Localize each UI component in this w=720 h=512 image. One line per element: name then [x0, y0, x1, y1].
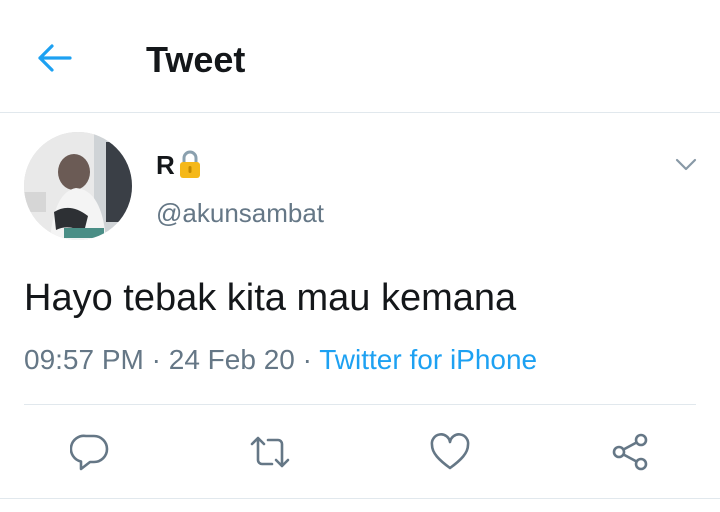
- heart-icon: [430, 433, 470, 470]
- back-button[interactable]: [30, 38, 78, 78]
- username[interactable]: @akunsambat: [156, 196, 324, 230]
- divider: [0, 498, 720, 499]
- meta-separator: ·: [294, 344, 320, 375]
- page-title: Tweet: [146, 39, 246, 80]
- tweet-actions: [0, 420, 720, 484]
- chevron-down-icon: [675, 158, 697, 171]
- tweet-text: Hayo tebak kita mau kemana: [24, 277, 517, 319]
- reply-button[interactable]: [66, 428, 114, 476]
- tweet-date: 24 Feb 20: [168, 344, 295, 375]
- retweet-button[interactable]: [246, 428, 294, 476]
- display-name[interactable]: R: [156, 148, 175, 182]
- tweet-detail-page: Tweet R @akunsambat Hayo tebak kita mau …: [0, 0, 720, 512]
- back-arrow-icon: [38, 44, 72, 72]
- tweet-source-link[interactable]: Twitter for iPhone: [319, 344, 537, 375]
- meta-separator: ·: [143, 344, 169, 375]
- lock-icon: [179, 150, 200, 178]
- reply-icon: [70, 434, 109, 471]
- like-button[interactable]: [426, 428, 474, 476]
- retweet-icon: [250, 436, 290, 468]
- avatar-photo: [24, 132, 132, 240]
- tweet-menu-button[interactable]: [666, 148, 706, 182]
- share-button[interactable]: [606, 428, 654, 476]
- share-icon: [612, 433, 648, 471]
- display-name-row: R: [156, 148, 203, 182]
- tweet-time: 09:57 PM: [24, 344, 144, 375]
- divider: [24, 404, 696, 405]
- avatar[interactable]: [24, 132, 132, 240]
- top-bar: Tweet: [0, 0, 720, 113]
- tweet-meta: 09:57 PM · 24 Feb 20 · Twitter for iPhon…: [24, 340, 537, 380]
